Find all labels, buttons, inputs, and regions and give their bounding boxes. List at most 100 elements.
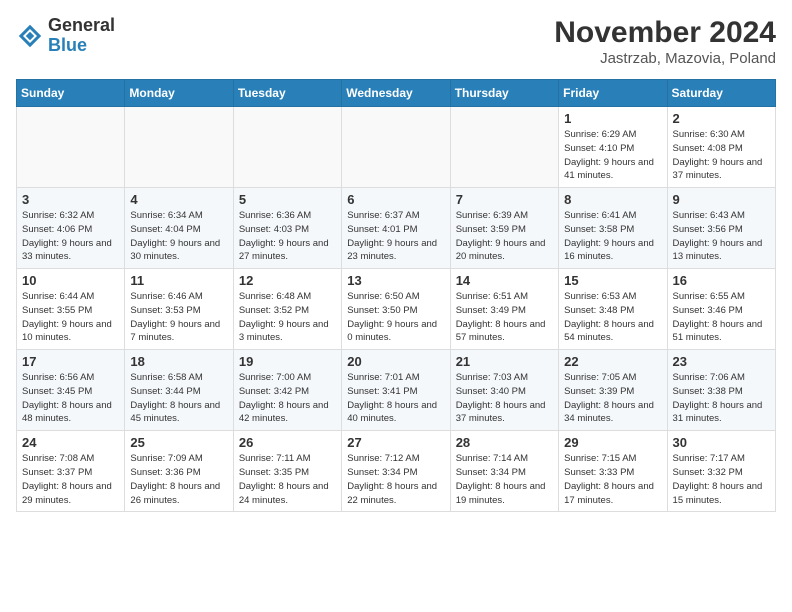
weekday-header: Sunday <box>17 80 125 107</box>
calendar-cell: 5 Sunrise: 6:36 AM Sunset: 4:03 PM Daylig… <box>233 188 341 269</box>
weekday-header: Saturday <box>667 80 775 107</box>
calendar-cell: 17Sunrise: 6:56 AM Sunset: 3:45 PM Dayli… <box>17 350 125 431</box>
day-info: Sunrise: 6:36 AM Sunset: 4:03 PM Dayligh… <box>239 209 336 264</box>
title-block: November 2024 Jastrzab, Mazovia, Poland <box>554 16 776 67</box>
day-number: 22 <box>564 354 661 369</box>
day-number: 19 <box>239 354 336 369</box>
day-number: 29 <box>564 435 661 450</box>
calendar-header: SundayMondayTuesdayWednesdayThursdayFrid… <box>17 80 776 107</box>
calendar-cell: 26 Sunrise: 7:11 AM Sunset: 3:35 PM Dayli… <box>233 431 341 512</box>
day-info: Sunrise: 7:11 AM Sunset: 3:35 PM Dayligh… <box>239 452 336 507</box>
calendar-cell: 4 Sunrise: 6:34 AM Sunset: 4:04 PM Daylig… <box>125 188 233 269</box>
calendar-week-row: 17Sunrise: 6:56 AM Sunset: 3:45 PM Dayli… <box>17 350 776 431</box>
day-number: 5 <box>239 192 336 207</box>
day-number: 24 <box>22 435 119 450</box>
day-info: Sunrise: 7:14 AM Sunset: 3:34 PM Dayligh… <box>456 452 553 507</box>
calendar-cell: 27 Sunrise: 7:12 AM Sunset: 3:34 PM Dayli… <box>342 431 450 512</box>
day-number: 26 <box>239 435 336 450</box>
calendar-cell: 21Sunrise: 7:03 AM Sunset: 3:40 PM Dayli… <box>450 350 558 431</box>
weekday-header: Monday <box>125 80 233 107</box>
calendar-cell: 11Sunrise: 6:46 AM Sunset: 3:53 PM Dayli… <box>125 269 233 350</box>
calendar-cell: 29 Sunrise: 7:15 AM Sunset: 3:33 PM Dayli… <box>559 431 667 512</box>
day-number: 3 <box>22 192 119 207</box>
day-info: Sunrise: 6:30 AM Sunset: 4:08 PM Dayligh… <box>673 128 770 183</box>
calendar-cell: 1Sunrise: 6:29 AM Sunset: 4:10 PM Daylig… <box>559 107 667 188</box>
weekday-header: Thursday <box>450 80 558 107</box>
day-info: Sunrise: 6:37 AM Sunset: 4:01 PM Dayligh… <box>347 209 444 264</box>
day-number: 23 <box>673 354 770 369</box>
day-number: 6 <box>347 192 444 207</box>
day-info: Sunrise: 6:51 AM Sunset: 3:49 PM Dayligh… <box>456 290 553 345</box>
day-number: 15 <box>564 273 661 288</box>
day-info: Sunrise: 6:53 AM Sunset: 3:48 PM Dayligh… <box>564 290 661 345</box>
calendar-cell: 28 Sunrise: 7:14 AM Sunset: 3:34 PM Dayli… <box>450 431 558 512</box>
weekday-header-row: SundayMondayTuesdayWednesdayThursdayFrid… <box>17 80 776 107</box>
day-number: 8 <box>564 192 661 207</box>
calendar-cell: 16Sunrise: 6:55 AM Sunset: 3:46 PM Dayli… <box>667 269 775 350</box>
day-info: Sunrise: 6:34 AM Sunset: 4:04 PM Dayligh… <box>130 209 227 264</box>
calendar-cell: 9 Sunrise: 6:43 AM Sunset: 3:56 PM Daylig… <box>667 188 775 269</box>
logo-text: General Blue <box>48 16 115 56</box>
day-number: 11 <box>130 273 227 288</box>
day-info: Sunrise: 6:39 AM Sunset: 3:59 PM Dayligh… <box>456 209 553 264</box>
day-number: 28 <box>456 435 553 450</box>
day-number: 9 <box>673 192 770 207</box>
day-info: Sunrise: 7:15 AM Sunset: 3:33 PM Dayligh… <box>564 452 661 507</box>
day-info: Sunrise: 7:05 AM Sunset: 3:39 PM Dayligh… <box>564 371 661 426</box>
calendar-cell: 10 Sunrise: 6:44 AM Sunset: 3:55 PM Dayli… <box>17 269 125 350</box>
calendar-cell: 25Sunrise: 7:09 AM Sunset: 3:36 PM Dayli… <box>125 431 233 512</box>
day-info: Sunrise: 7:00 AM Sunset: 3:42 PM Dayligh… <box>239 371 336 426</box>
day-number: 18 <box>130 354 227 369</box>
calendar-cell: 24 Sunrise: 7:08 AM Sunset: 3:37 PM Dayli… <box>17 431 125 512</box>
calendar-body: 1Sunrise: 6:29 AM Sunset: 4:10 PM Daylig… <box>17 107 776 512</box>
calendar-week-row: 3 Sunrise: 6:32 AM Sunset: 4:06 PM Daylig… <box>17 188 776 269</box>
page-header: General Blue November 2024 Jastrzab, Maz… <box>16 16 776 67</box>
day-info: Sunrise: 7:03 AM Sunset: 3:40 PM Dayligh… <box>456 371 553 426</box>
calendar-cell: 12 Sunrise: 6:48 AM Sunset: 3:52 PM Dayli… <box>233 269 341 350</box>
logo-general: General <box>48 16 115 36</box>
calendar-cell <box>342 107 450 188</box>
calendar-subtitle: Jastrzab, Mazovia, Poland <box>554 50 776 67</box>
calendar-cell: 22 Sunrise: 7:05 AM Sunset: 3:39 PM Dayli… <box>559 350 667 431</box>
weekday-header: Tuesday <box>233 80 341 107</box>
calendar-cell: 8Sunrise: 6:41 AM Sunset: 3:58 PM Daylig… <box>559 188 667 269</box>
day-info: Sunrise: 7:01 AM Sunset: 3:41 PM Dayligh… <box>347 371 444 426</box>
calendar-week-row: 24 Sunrise: 7:08 AM Sunset: 3:37 PM Dayli… <box>17 431 776 512</box>
day-info: Sunrise: 6:50 AM Sunset: 3:50 PM Dayligh… <box>347 290 444 345</box>
calendar-cell <box>125 107 233 188</box>
calendar-cell: 15 Sunrise: 6:53 AM Sunset: 3:48 PM Dayli… <box>559 269 667 350</box>
day-info: Sunrise: 7:09 AM Sunset: 3:36 PM Dayligh… <box>130 452 227 507</box>
day-info: Sunrise: 7:06 AM Sunset: 3:38 PM Dayligh… <box>673 371 770 426</box>
day-number: 7 <box>456 192 553 207</box>
day-info: Sunrise: 6:44 AM Sunset: 3:55 PM Dayligh… <box>22 290 119 345</box>
day-number: 10 <box>22 273 119 288</box>
day-number: 12 <box>239 273 336 288</box>
logo: General Blue <box>16 16 115 56</box>
day-info: Sunrise: 7:12 AM Sunset: 3:34 PM Dayligh… <box>347 452 444 507</box>
calendar-cell: 7 Sunrise: 6:39 AM Sunset: 3:59 PM Daylig… <box>450 188 558 269</box>
day-info: Sunrise: 6:56 AM Sunset: 3:45 PM Dayligh… <box>22 371 119 426</box>
calendar-cell <box>450 107 558 188</box>
day-info: Sunrise: 6:48 AM Sunset: 3:52 PM Dayligh… <box>239 290 336 345</box>
calendar-cell: 20 Sunrise: 7:01 AM Sunset: 3:41 PM Dayli… <box>342 350 450 431</box>
day-number: 27 <box>347 435 444 450</box>
calendar-week-row: 1Sunrise: 6:29 AM Sunset: 4:10 PM Daylig… <box>17 107 776 188</box>
day-info: Sunrise: 7:17 AM Sunset: 3:32 PM Dayligh… <box>673 452 770 507</box>
day-info: Sunrise: 6:32 AM Sunset: 4:06 PM Dayligh… <box>22 209 119 264</box>
day-number: 14 <box>456 273 553 288</box>
day-info: Sunrise: 6:43 AM Sunset: 3:56 PM Dayligh… <box>673 209 770 264</box>
day-number: 13 <box>347 273 444 288</box>
day-info: Sunrise: 6:55 AM Sunset: 3:46 PM Dayligh… <box>673 290 770 345</box>
day-number: 4 <box>130 192 227 207</box>
day-number: 30 <box>673 435 770 450</box>
logo-icon <box>16 22 44 50</box>
weekday-header: Friday <box>559 80 667 107</box>
weekday-header: Wednesday <box>342 80 450 107</box>
day-number: 20 <box>347 354 444 369</box>
calendar-cell: 19 Sunrise: 7:00 AM Sunset: 3:42 PM Dayli… <box>233 350 341 431</box>
day-info: Sunrise: 6:29 AM Sunset: 4:10 PM Dayligh… <box>564 128 661 183</box>
day-info: Sunrise: 7:08 AM Sunset: 3:37 PM Dayligh… <box>22 452 119 507</box>
calendar-cell: 14 Sunrise: 6:51 AM Sunset: 3:49 PM Dayli… <box>450 269 558 350</box>
calendar-cell: 23 Sunrise: 7:06 AM Sunset: 3:38 PM Dayli… <box>667 350 775 431</box>
calendar-cell: 6 Sunrise: 6:37 AM Sunset: 4:01 PM Daylig… <box>342 188 450 269</box>
